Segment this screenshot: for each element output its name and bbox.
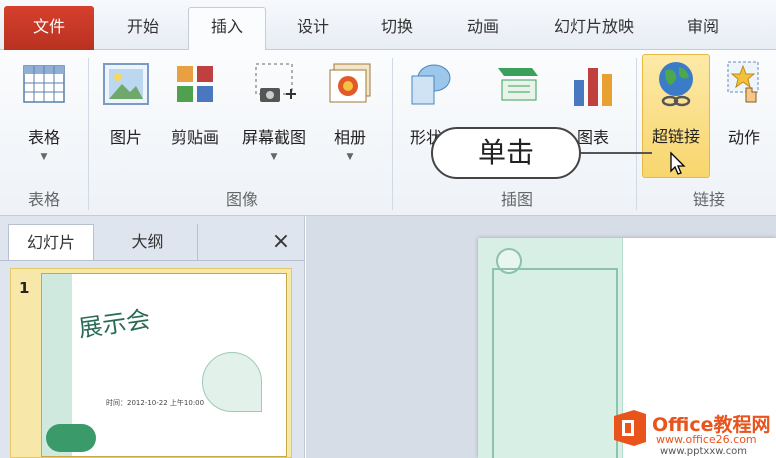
clipart-button[interactable]: 剪贴画 [160,56,230,176]
picture-button[interactable]: 图片 [96,56,156,176]
picture-icon [103,63,149,105]
scroll-border [492,268,618,458]
table-label: 表格 [27,128,60,147]
ribbon-insert: 表格 ▼ 表格 图片 剪贴画 屏幕截图 ▼ 相册 ▼ 图像 形状 图表 插图 超… [0,50,776,216]
smartart-icon [498,68,538,101]
slide-thumbnail-frame[interactable]: 1 展示会 时间：2012-10-22 上午10:00 [10,268,292,458]
slide-thumbnail[interactable]: 展示会 时间：2012-10-22 上午10:00 [41,273,287,457]
photo-album-button[interactable]: 相册 ▼ [320,56,380,176]
photo-album-label: 相册 [333,128,366,147]
tab-animations[interactable]: 动画 [448,8,518,48]
click-callout: 单击 [431,127,581,179]
thumbnail-shape [202,352,262,412]
chevron-down-icon: ▼ [346,152,354,162]
group-label-link: 链接 [692,190,725,209]
shapes-icon [411,64,451,105]
picture-label: 图片 [109,128,142,147]
group-label-image: 图像 [225,190,258,209]
chart-icon [574,68,612,106]
screenshot-icon [255,63,296,102]
tab-slideshow[interactable]: 幻灯片放映 [534,8,654,48]
clipart-label: 剪贴画 [170,128,219,147]
tab-design[interactable]: 设计 [278,8,348,48]
tab-insert[interactable]: 插入 [188,7,266,50]
tab-slides[interactable]: 幻灯片 [8,224,94,260]
thumbnail-oval [46,424,96,452]
group-separator [636,58,637,210]
thumbnail-title: 展示会 [76,305,152,343]
tab-transitions[interactable]: 切换 [362,8,432,48]
chevron-down-icon: ▼ [40,152,48,162]
watermark: Office教程网 www.office26.com www.pptxxw.co… [608,406,776,458]
slide-number: 1 [19,279,30,297]
close-panel-button[interactable]: × [264,224,298,260]
chevron-down-icon: ▼ [270,152,278,162]
action-label: 动作 [727,128,760,147]
tab-home[interactable]: 开始 [108,8,178,48]
table-button[interactable]: 表格 ▼ [8,56,80,176]
tab-review[interactable]: 审阅 [668,8,738,48]
office-logo-icon [614,410,646,446]
powerpoint-window: 文件 开始 插入 设计 切换 动画 幻灯片放映 审阅 表格 ▼ 表格 图片 剪贴… [0,0,776,458]
screenshot-button[interactable]: 屏幕截图 ▼ [232,56,316,176]
group-separator [392,58,393,210]
group-separator [88,58,89,210]
callout-pointer-line [580,152,652,154]
tab-outline[interactable]: 大纲 [98,224,198,260]
hyperlink-icon [659,62,693,107]
group-label-illustration: 插图 [500,190,533,209]
group-label-table: 表格 [27,190,60,209]
watermark-url-2: www.pptxxw.com [660,446,748,457]
action-button[interactable]: 动作 [716,54,772,178]
photo-album-icon [329,63,371,103]
slides-panel: 幻灯片 大纲 × 1 展示会 时间：2012-10-22 上午10:00 [0,216,305,458]
tab-file[interactable]: 文件 [4,6,94,50]
clipart-icon [177,66,213,102]
table-icon [23,65,65,103]
mouse-cursor-icon [670,151,686,175]
screenshot-label: 屏幕截图 [241,128,306,147]
action-icon [727,61,759,103]
ribbon-tab-bar: 文件 开始 插入 设计 切换 动画 幻灯片放映 审阅 [0,0,776,50]
divider [0,260,305,261]
hyperlink-button[interactable]: 超链接 [642,54,710,178]
watermark-url: www.office26.com [656,433,757,446]
hyperlink-label: 超链接 [651,127,700,146]
thumbnail-subtitle: 时间：2012-10-22 上午10:00 [106,399,205,407]
